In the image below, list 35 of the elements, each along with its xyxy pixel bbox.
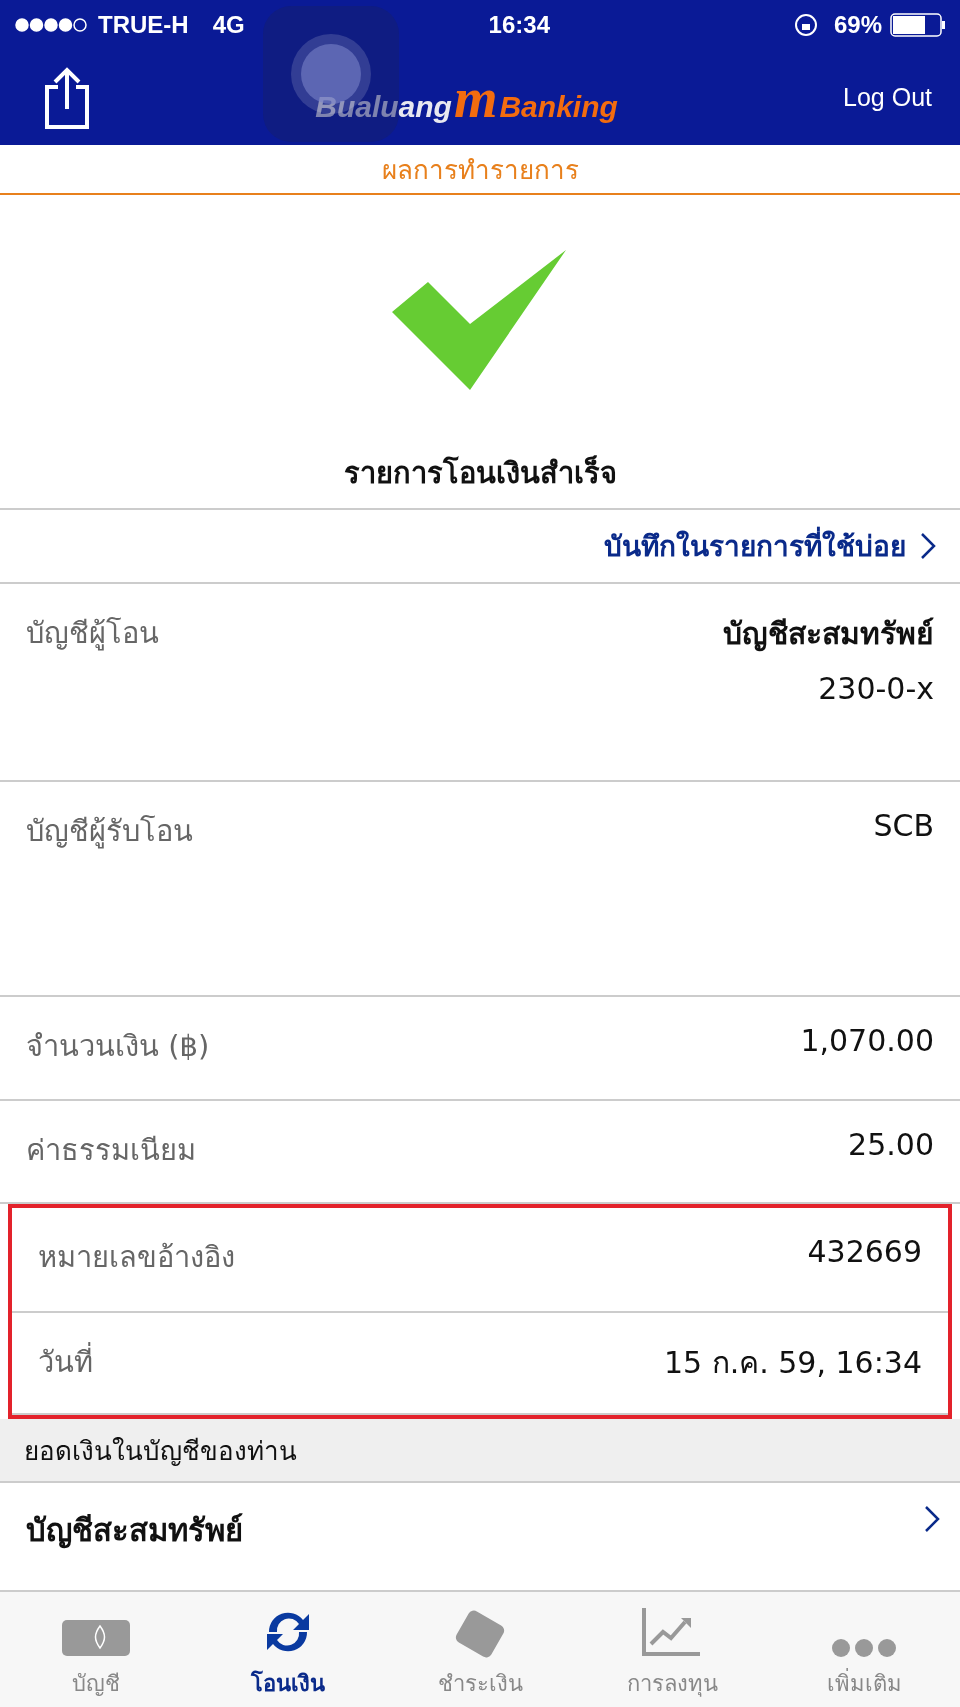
battery-percent: 69% [833, 11, 882, 39]
checkmark-icon [392, 250, 568, 390]
detail-label: บัญชีผู้รับโอน [26, 813, 193, 851]
detail-label: วันที่ [38, 1339, 93, 1393]
detail-label: ค่าธรรมเนียม [26, 1132, 196, 1169]
detail-value: 1,070.00 [800, 1023, 934, 1058]
card-icon [60, 1618, 132, 1658]
chart-icon [641, 1606, 703, 1658]
detail-value: 230-0-x [818, 671, 934, 706]
detail-value: 25.00 [848, 1127, 934, 1162]
save-favorite-link[interactable]: บันทึกในรายการที่ใช้บ่อย [604, 524, 906, 568]
tab[interactable]: โอนเงิน [192, 1592, 384, 1707]
detail-value: SCB [873, 808, 934, 843]
detail-label: หมายเลขอ้างอิง [38, 1239, 235, 1276]
signal-icon [14, 17, 88, 33]
battery-icon [890, 13, 946, 37]
detail-value: 432669 [807, 1234, 922, 1269]
carrier-name: TRUE-H [98, 11, 189, 39]
logout-button[interactable]: Log Out [843, 83, 932, 112]
detail-label: บัญชีผู้โอน [26, 615, 159, 653]
share-icon[interactable] [44, 66, 90, 129]
clock: 16:34 [488, 11, 550, 38]
network-type: 4G [212, 11, 245, 39]
page-title: ผลการทำรายการ [0, 145, 960, 195]
rotation-lock-icon [793, 13, 818, 37]
detail-value: 15 ก.ค. 59, 16:34 [663, 1344, 922, 1382]
detail-value: บัญชีสะสมทรัพย์ [723, 615, 934, 654]
account-name[interactable]: บัญชีสะสมทรัพย์ [26, 1505, 243, 1555]
section-header: ยอดเงินในบัญชีของท่าน [0, 1419, 960, 1483]
more-icon [831, 1638, 897, 1658]
success-message: รายการโอนเงินสำเร็จ [343, 454, 617, 492]
bank-logo: BualuangmBanking [315, 65, 618, 130]
chevron-right-icon [924, 1505, 940, 1533]
detail-label: จำนวนเงิน (฿) [26, 1028, 210, 1065]
chevron-right-icon [920, 532, 936, 560]
